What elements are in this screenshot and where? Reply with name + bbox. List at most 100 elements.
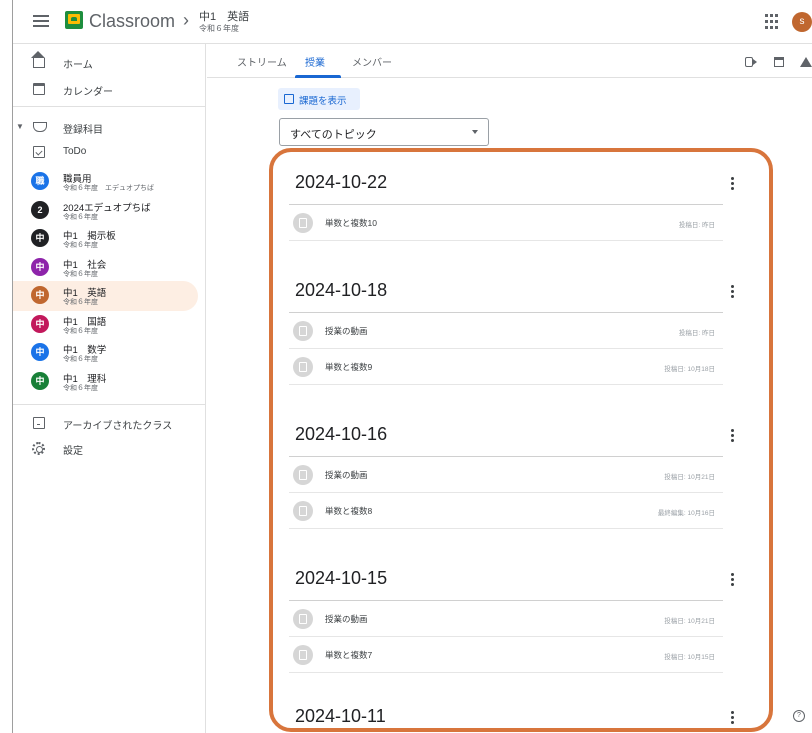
apps-grid-icon[interactable] (765, 14, 781, 30)
sidebar: ホーム カレンダー ▼ 登録科目 ToDo 職職員用 令和６年度 エデュオプちば 2… (13, 44, 206, 733)
classwork-item-title: 単数と複数10 (325, 218, 377, 228)
sidebar-class-item[interactable]: 2 2024エデュオプちば 令和６年度 (13, 196, 198, 226)
classwork-item-date: 最終編集: 10月16日 (657, 510, 715, 517)
item-divider (289, 672, 723, 673)
classwork-item[interactable]: 単数と複数8 最終編集: 10月16日 (289, 493, 723, 529)
classwork-item[interactable]: 授業の動画 投稿日: 昨日 (289, 313, 723, 349)
more-vert-icon[interactable] (731, 429, 735, 443)
tab-active-indicator (295, 75, 341, 78)
classwork-item-date: 投稿日: 10月21日 (664, 474, 715, 481)
todo-icon (33, 146, 45, 158)
sidebar-class-item[interactable]: 中中1 理科 令和６年度 (13, 367, 198, 397)
classwork-item[interactable]: 授業の動画 投稿日: 10月21日 (289, 601, 723, 637)
sidebar-item-label: 設定 (63, 446, 83, 457)
classwork-item-title: 授業の動画 (325, 614, 368, 624)
top-bar: Classroom › 中1 英語 令和６年度 s (13, 0, 812, 44)
topic-select[interactable]: すべてのトピック (279, 118, 489, 146)
breadcrumb-class-section: 令和６年度 (199, 24, 239, 33)
assignment-icon (293, 645, 313, 665)
view-assignments-label: 課題を表示 (299, 96, 347, 107)
sidebar-class-item[interactable]: 中中1 国語 令和６年度 (13, 310, 198, 340)
more-vert-icon[interactable] (731, 177, 735, 191)
class-initial-badge: 中 (31, 229, 49, 247)
classwork-item-title: 授業の動画 (325, 326, 368, 336)
class-section: 令和６年度 (63, 384, 98, 392)
assignment-icon (293, 213, 313, 233)
sidebar-item-label: ToDo (63, 146, 87, 157)
classwork-item[interactable]: 単数と複数9 投稿日: 10月18日 (289, 349, 723, 385)
sidebar-class-item[interactable]: 中中1 英語 令和６年度 (13, 281, 198, 311)
meet-icon[interactable] (745, 57, 757, 67)
item-divider (289, 240, 723, 241)
graduation-cap-icon (33, 122, 47, 132)
item-divider (289, 636, 723, 637)
sidebar-divider (13, 106, 206, 107)
class-initial-badge: 職 (31, 172, 49, 190)
classwork-item[interactable]: 単数と複数7 投稿日: 10月15日 (289, 637, 723, 673)
item-divider (289, 384, 723, 385)
classwork-item-title: 単数と複数8 (325, 506, 373, 516)
sidebar-item-label: カレンダー (63, 87, 113, 98)
sidebar-item-label: 登録科目 (63, 125, 103, 136)
tab-bar: ストリーム 授業 メンバー (207, 44, 812, 78)
app-window: Classroom › 中1 英語 令和６年度 s ホーム カレンダー ▼ 登録… (12, 0, 812, 733)
sidebar-class-item[interactable]: 中中1 社会 令和６年度 (13, 253, 198, 283)
topic-title: 2024-10-22 (295, 172, 388, 192)
app-title[interactable]: Classroom (89, 11, 175, 32)
classwork-item-title: 授業の動画 (325, 470, 368, 480)
sidebar-class-item[interactable]: 職職員用 令和６年度 エデュオプちば (13, 167, 198, 197)
class-section: 令和６年度 エデュオプちば (63, 185, 154, 192)
item-divider (289, 492, 723, 493)
class-initial-badge: 中 (31, 343, 49, 361)
assignment-icon (293, 609, 313, 629)
chevron-down-icon (472, 130, 478, 134)
classwork-item-title: 単数と複数9 (325, 362, 373, 372)
classwork-item-date: 投稿日: 10月18日 (664, 366, 715, 373)
drive-icon[interactable] (800, 57, 812, 67)
classwork-item[interactable]: 授業の動画 投稿日: 10月21日 (289, 457, 723, 493)
sidebar-item-label: ホーム (63, 60, 93, 71)
calendar-icon (33, 83, 45, 95)
topic-title: 2024-10-15 (295, 568, 388, 588)
expand-arrow-icon[interactable]: ▼ (16, 122, 24, 131)
class-section: 令和６年度 (63, 299, 98, 306)
more-vert-icon[interactable] (731, 573, 735, 587)
tab-classwork[interactable]: 授業 (305, 54, 325, 69)
topic-select-value: すべてのトピック (290, 129, 377, 141)
topic-title: 2024-10-16 (295, 424, 388, 444)
breadcrumb-class-name[interactable]: 中1 英語 (199, 8, 249, 24)
sidebar-item-home[interactable]: ホーム (13, 47, 198, 77)
tab-members[interactable]: メンバー (352, 54, 392, 69)
sidebar-class-item[interactable]: 中中1 数学 令和６年度 (13, 338, 198, 368)
classroom-logo-icon[interactable] (65, 11, 83, 29)
sidebar-class-item[interactable]: 中中1 掲示板 令和６年度 (13, 224, 198, 254)
more-vert-icon[interactable] (731, 711, 735, 725)
class-section: 令和６年度 (63, 242, 98, 249)
class-section: 令和６年度 (63, 356, 98, 363)
classwork-item-date: 投稿日: 10月15日 (664, 654, 715, 661)
avatar[interactable]: s (792, 12, 812, 32)
sidebar-item-settings[interactable]: 設定 (13, 433, 198, 463)
assignment-icon (293, 501, 313, 521)
class-section: 令和６年度 (63, 213, 98, 221)
view-assignments-button[interactable]: 課題を表示 (278, 88, 360, 110)
tab-stream[interactable]: ストリーム (237, 54, 287, 69)
item-divider (289, 348, 723, 349)
calendar-icon[interactable] (774, 57, 784, 67)
classwork-item[interactable]: 単数と複数10 投稿日: 昨日 (289, 205, 723, 241)
classwork-item-date: 投稿日: 昨日 (678, 330, 715, 337)
classwork-item-date: 投稿日: 10月21日 (664, 618, 715, 625)
more-vert-icon[interactable] (731, 285, 735, 299)
topic-title: 2024-10-18 (295, 280, 388, 300)
help-icon[interactable]: ? (793, 710, 805, 722)
class-initial-badge: 中 (31, 286, 49, 304)
assignment-icon (284, 94, 294, 104)
item-divider (289, 528, 723, 529)
assignment-icon (293, 321, 313, 341)
assignment-icon (293, 465, 313, 485)
topic-title: 2024-10-11 (295, 706, 386, 726)
class-initial-badge: 中 (31, 257, 49, 276)
sidebar-item-todo[interactable]: ToDo (13, 137, 198, 167)
menu-icon[interactable] (31, 12, 51, 32)
sidebar-item-calendar[interactable]: カレンダー (13, 74, 198, 104)
